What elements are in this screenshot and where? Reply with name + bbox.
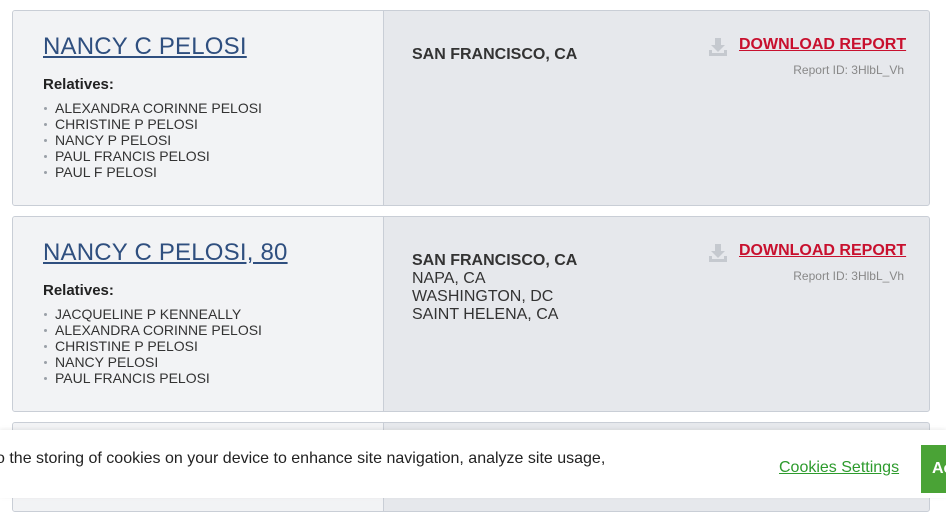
location-item: WASHINGTON, DC xyxy=(412,288,554,305)
location-item: SAINT HELENA, CA xyxy=(412,306,559,323)
accept-cookies-button[interactable]: Ac xyxy=(921,445,946,493)
download-report-link[interactable]: DOWNLOAD REPORT xyxy=(739,36,906,54)
location-item: SAN FRANCISCO, CA xyxy=(412,46,578,63)
relatives-list: ALEXANDRA CORINNE PELOSI CHRISTINE P PEL… xyxy=(43,100,262,180)
relative-item: PAUL F PELOSI xyxy=(43,164,262,180)
cookies-settings-link[interactable]: Cookies Settings xyxy=(779,459,899,477)
report-id: Report ID: 3HlbL_Vh xyxy=(793,269,904,283)
person-name-link[interactable]: NANCY C PELOSI, 80 xyxy=(43,239,288,267)
locations-list: SAN FRANCISCO, CA NAPA, CA WASHINGTON, D… xyxy=(412,252,577,324)
relative-item: PAUL FRANCIS PELOSI xyxy=(43,370,262,386)
relatives-list: JACQUELINE P KENNEALLY ALEXANDRA CORINNE… xyxy=(43,306,262,386)
cookie-banner-text: o the storing of cookies on your device … xyxy=(0,450,606,467)
location-item: SAN FRANCISCO, CA xyxy=(412,252,578,269)
relative-item: ALEXANDRA CORINNE PELOSI xyxy=(43,322,262,338)
relative-item: CHRISTINE P PELOSI xyxy=(43,116,262,132)
result-card: NANCY C PELOSI, 80 Relatives: JACQUELINE… xyxy=(12,216,930,412)
relative-item: PAUL FRANCIS PELOSI xyxy=(43,148,262,164)
cookie-banner: o the storing of cookies on your device … xyxy=(0,430,946,498)
person-name-link[interactable]: NANCY C PELOSI xyxy=(43,33,247,61)
report-id: Report ID: 3HlbL_Vh xyxy=(793,63,904,77)
relative-item: NANCY PELOSI xyxy=(43,354,262,370)
download-icon[interactable] xyxy=(707,36,729,58)
download-icon[interactable] xyxy=(707,242,729,264)
relatives-label: Relatives: xyxy=(43,76,114,93)
location-item: NAPA, CA xyxy=(412,270,486,287)
locations-list: SAN FRANCISCO, CA xyxy=(412,46,577,64)
relative-item: ALEXANDRA CORINNE PELOSI xyxy=(43,100,262,116)
download-report-link[interactable]: DOWNLOAD REPORT xyxy=(739,242,906,260)
relative-item: CHRISTINE P PELOSI xyxy=(43,338,262,354)
relative-item: JACQUELINE P KENNEALLY xyxy=(43,306,262,322)
relatives-label: Relatives: xyxy=(43,282,114,299)
result-card: NANCY C PELOSI Relatives: ALEXANDRA CORI… xyxy=(12,10,930,206)
relative-item: NANCY P PELOSI xyxy=(43,132,262,148)
